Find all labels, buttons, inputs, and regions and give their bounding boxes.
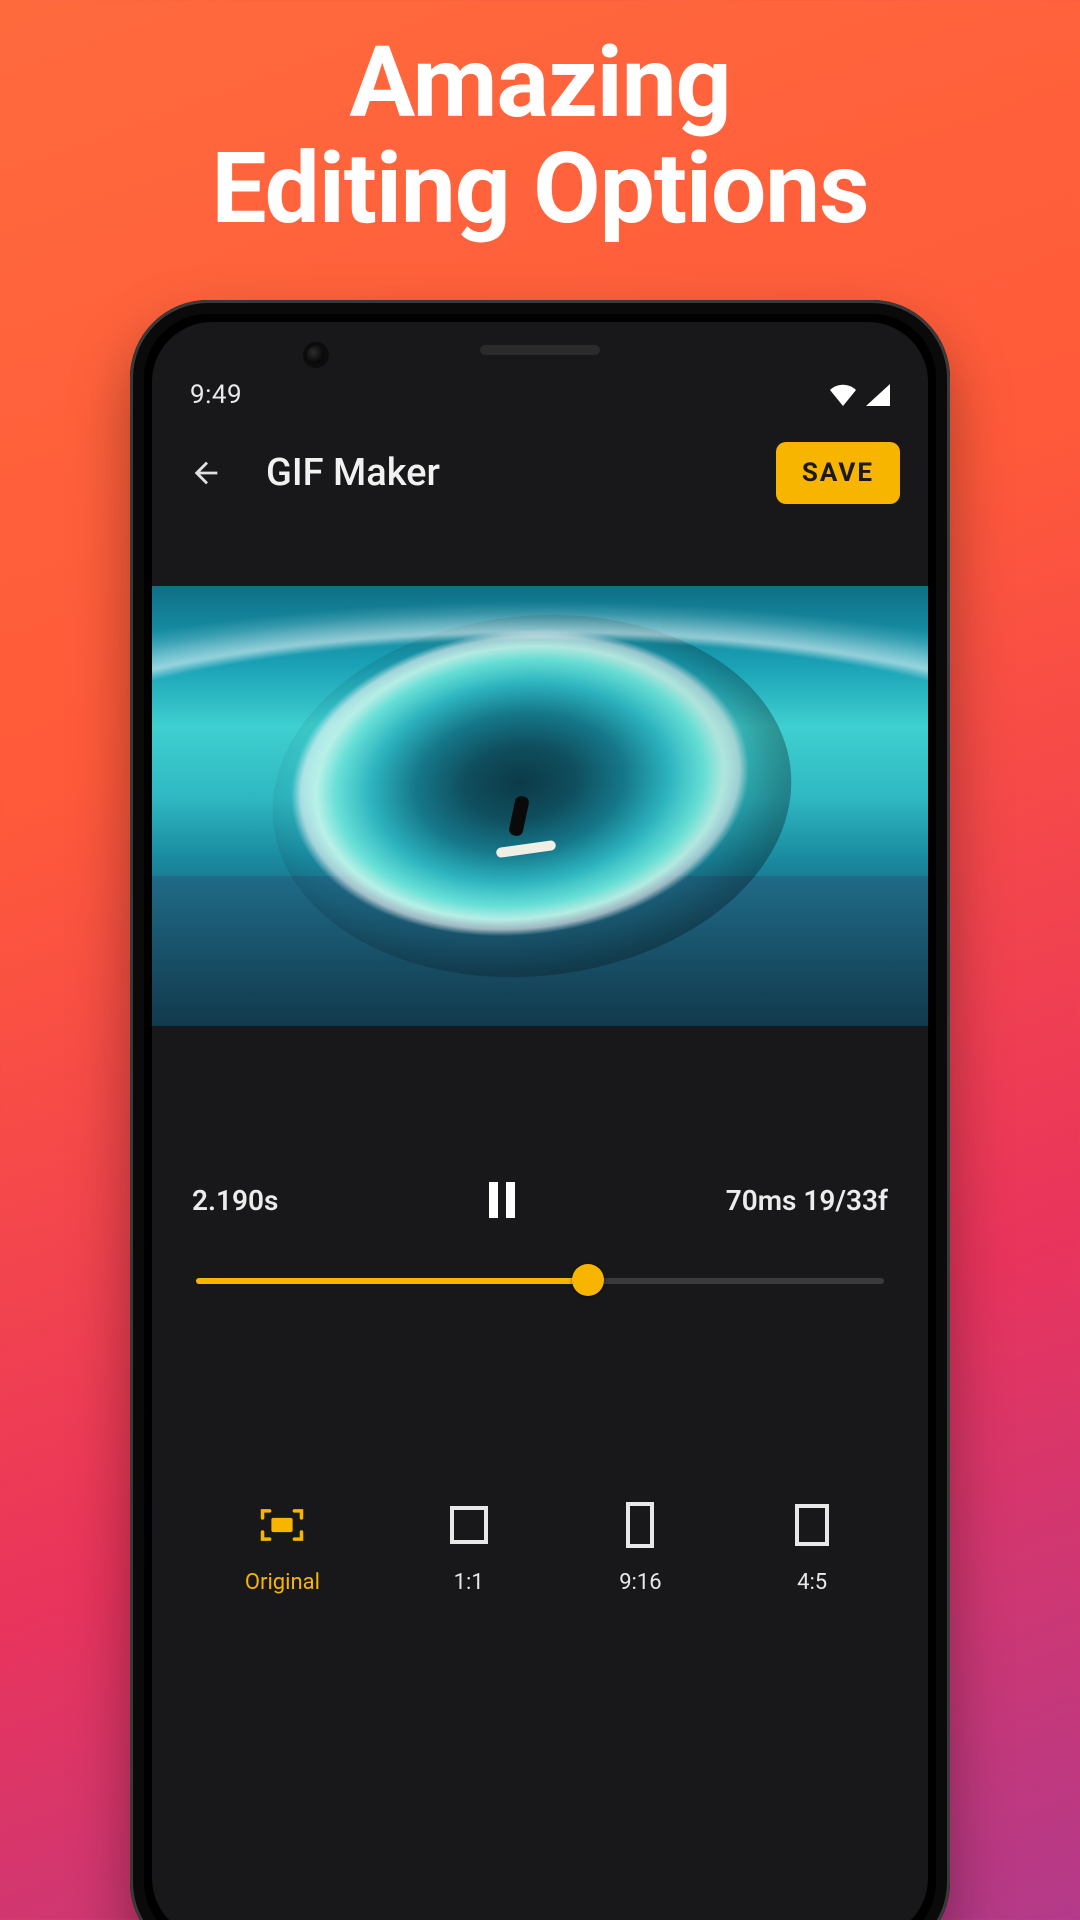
aspect-label: 4:5 [797,1570,827,1595]
playback-row: 2.190s 70ms 19/33f [192,1172,888,1228]
aspect-original[interactable]: Original [245,1502,320,1595]
pause-icon [487,1182,517,1218]
seek-thumb[interactable] [572,1264,604,1296]
page-title: GIF Maker [266,451,742,495]
aspect-4-5[interactable]: 4:5 [789,1502,835,1595]
phone-screen: 9:49 GIF Maker SAVE [152,322,928,1920]
crop-4-5-icon [789,1502,835,1548]
seek-track-fill [196,1278,588,1284]
seek-slider[interactable] [196,1262,884,1298]
aspect-9-16[interactable]: 9:16 [617,1502,663,1595]
aspect-1-1[interactable]: 1:1 [446,1502,492,1595]
status-time: 9:49 [190,380,242,410]
aspect-label: 9:16 [619,1570,661,1595]
frame-info: 70ms 19/33f [726,1184,888,1217]
save-button[interactable]: SAVE [776,442,900,504]
crop-original-icon [259,1502,305,1548]
phone-sensor-strip [152,328,928,372]
aspect-label: Original [245,1570,320,1595]
phone-speaker-icon [480,345,600,355]
crop-square-icon [446,1502,492,1548]
status-bar: 9:49 [152,374,928,416]
phone-frame: 9:49 GIF Maker SAVE [130,300,950,1920]
pause-button[interactable] [474,1172,530,1228]
video-preview[interactable] [152,586,928,1026]
promo-line-2: Editing Options [0,136,1080,242]
crop-9-16-icon [617,1502,663,1548]
elapsed-time: 2.190s [192,1184,278,1217]
phone-camera-icon [307,346,325,364]
app-bar: GIF Maker SAVE [152,430,928,516]
preview-wave-lip [152,586,928,746]
promo-line-1: Amazing [0,30,1080,136]
preview-surfer [502,796,542,866]
arrow-left-icon [189,456,223,490]
cellular-icon [866,384,890,406]
aspect-label: 1:1 [454,1570,484,1595]
wifi-icon [828,384,858,406]
promo-headline: Amazing Editing Options [0,30,1080,242]
aspect-ratio-row: Original 1:1 9:16 [152,1502,928,1595]
back-button[interactable] [180,447,232,499]
